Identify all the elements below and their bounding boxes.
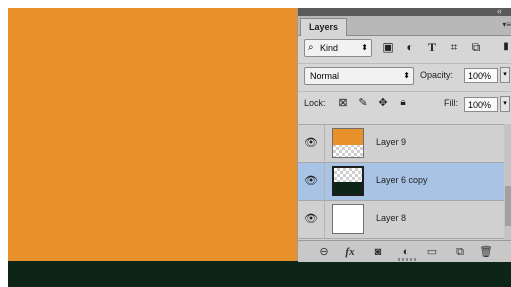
filter-row: ⌕ Kind ⬍ ▣ ◐ T ⌗ ⧉ ▮ <box>298 36 511 60</box>
visibility-eye-icon[interactable]: 👁︎ <box>304 136 318 150</box>
smart-object-filter-icon[interactable]: ⧉ <box>468 39 484 55</box>
fill-input[interactable]: 100% <box>464 97 498 112</box>
layer-name[interactable]: Layer 9 <box>376 137 406 147</box>
opacity-label: Opacity: <box>420 70 454 80</box>
search-icon: ⌕ <box>308 42 314 53</box>
trash-icon[interactable]: 🗑︎ <box>478 244 494 260</box>
lock-transparent-icon[interactable]: ⊠ <box>336 96 350 110</box>
thumbnail-dark-fill <box>334 182 362 194</box>
opacity-dropdown-icon[interactable]: ▾ <box>500 67 510 83</box>
column-divider <box>324 201 325 238</box>
opacity-input[interactable]: 100% <box>464 68 498 83</box>
layer-thumbnail <box>332 204 364 234</box>
blend-mode-select[interactable]: Normal ⬍ <box>304 67 414 85</box>
select-arrows-icon: ⬍ <box>403 71 410 80</box>
select-arrows-icon: ⬍ <box>361 43 368 52</box>
layers-bottom-toolbar: ⊖ fx ◙ ◐ ▭ ⧉ 🗑︎ <box>298 240 511 262</box>
visibility-eye-icon[interactable]: 👁︎ <box>304 212 318 226</box>
lock-all-icon[interactable]: 🔒︎ <box>396 96 410 110</box>
collapse-icon[interactable]: « <box>497 6 502 16</box>
blend-row: Normal ⬍ Opacity: 100% ▾ <box>298 63 511 86</box>
kind-filter-value: Kind <box>320 43 339 53</box>
layer-name[interactable]: Layer 6 copy <box>376 175 428 185</box>
layer-row-layer-8[interactable]: 👁︎ Layer 8 <box>298 201 504 239</box>
fill-label: Fill: <box>444 98 458 108</box>
blend-mode-value: Normal <box>310 71 340 81</box>
layer-row-layer-9[interactable]: 👁︎ Layer 9 <box>298 125 504 163</box>
layers-list: 👁︎ Layer 9 👁︎ Layer 6 copy 👁︎ Layer 8 <box>298 124 504 241</box>
mask-icon[interactable]: ◙ <box>370 244 386 260</box>
resize-grip[interactable] <box>398 258 418 261</box>
dark-canvas-band <box>8 261 511 287</box>
lock-brush-icon[interactable]: ✎ <box>356 96 370 110</box>
panel-title-bar[interactable]: « <box>298 6 511 16</box>
folder-icon[interactable]: ▭ <box>424 244 440 260</box>
scrollbar-thumb[interactable] <box>505 186 511 226</box>
type-filter-icon[interactable]: T <box>424 39 440 55</box>
tab-layers[interactable]: Layers <box>300 18 348 36</box>
column-divider <box>324 163 325 200</box>
fill-dropdown-icon[interactable]: ▾ <box>500 96 510 112</box>
lock-move-icon[interactable]: ✥ <box>376 96 390 110</box>
panel-menu-icon[interactable]: ▾≡ <box>502 20 511 29</box>
thumbnail-orange-fill <box>333 129 363 145</box>
layer-row-layer-6-copy[interactable]: 👁︎ Layer 6 copy <box>298 163 504 201</box>
column-divider <box>324 125 325 162</box>
pixel-filter-icon[interactable]: ▣ <box>380 39 396 55</box>
link-icon[interactable]: ⊖ <box>316 244 332 260</box>
shape-filter-icon[interactable]: ⌗ <box>446 39 462 55</box>
orange-canvas-fill <box>8 8 298 261</box>
panel-tab-strip: Layers ▾≡ <box>298 16 511 36</box>
layer-thumbnail <box>332 166 364 196</box>
filter-toggle-icon[interactable]: ▮ <box>498 39 511 55</box>
kind-filter-select[interactable]: ⌕ Kind ⬍ <box>304 39 372 57</box>
layer-thumbnail <box>332 128 364 158</box>
layer-name[interactable]: Layer 8 <box>376 213 406 223</box>
visibility-eye-icon[interactable]: 👁︎ <box>304 174 318 188</box>
fx-icon[interactable]: fx <box>342 244 358 260</box>
lock-row: Lock: ⊠ ✎ ✥ 🔒︎ Fill: 100% ▾ <box>298 91 511 116</box>
layers-panel: « Layers ▾≡ ⌕ Kind ⬍ ▣ ◐ T ⌗ ⧉ ▮ Normal … <box>297 6 511 262</box>
new-layer-icon[interactable]: ⧉ <box>452 244 468 260</box>
adjustment-filter-icon[interactable]: ◐ <box>402 39 418 55</box>
lock-label: Lock: <box>304 98 326 108</box>
